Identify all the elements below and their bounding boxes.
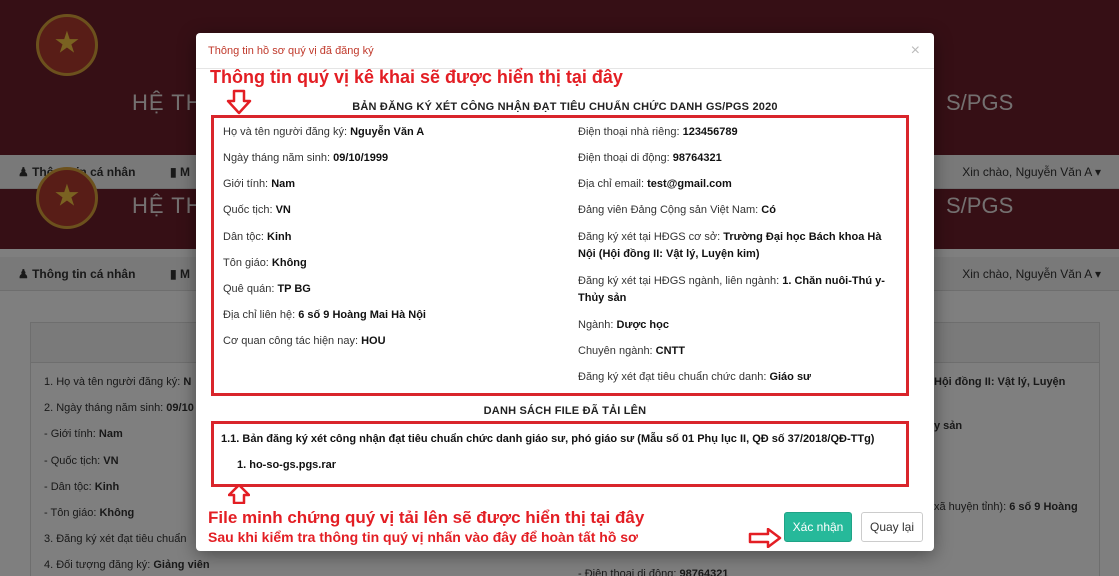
file-group-label: 1.1. Bản đăng ký xét công nhận đạt tiêu … (221, 433, 875, 445)
field-workplace: Cơ quan công tác hiện nay: HOU (223, 335, 386, 347)
file-link[interactable]: 1. ho-so-gs.pgs.rar (237, 457, 336, 474)
annotation-right-arrow-icon (748, 528, 782, 548)
field-religion: Tôn giáo: Không (223, 257, 307, 269)
field-title-applied: Đăng ký xét đạt tiêu chuẩn chức danh: Gi… (578, 371, 812, 383)
annotation-info-display: Thông tin quý vị kê khai sẽ được hiển th… (210, 67, 623, 87)
field-email: Địa chỉ email: test@gmail.com (578, 178, 732, 190)
registration-info-modal: Thông tin hồ sơ quý vị đã đăng ký × Thôn… (196, 33, 934, 551)
field-nationality: Quốc tịch: VN (223, 204, 291, 216)
close-icon[interactable]: × (911, 42, 920, 60)
back-button[interactable]: Quay lại (861, 512, 923, 542)
field-party-member: Đảng viên Đảng Cộng sản Việt Nam: Có (578, 204, 776, 216)
field-hometown: Quê quán: TP BG (223, 283, 311, 295)
field-ethnicity: Dân tộc: Kinh (223, 231, 292, 243)
annotation-confirm-hint: Sau khi kiểm tra thông tin quý vị nhấn v… (208, 529, 639, 545)
form-title: BẢN ĐĂNG KÝ XÉT CÔNG NHẬN ĐẠT TIÊU CHUẨN… (352, 101, 778, 113)
confirm-button[interactable]: Xác nhận (784, 512, 852, 542)
field-full-name: Họ và tên người đăng ký: Nguyễn Văn A (223, 126, 425, 138)
uploaded-files-title: DANH SÁCH FILE ĐÃ TẢI LÊN (483, 405, 647, 417)
field-field-council: Đăng ký xét tại HĐGS ngành, liên ngành: … (578, 275, 885, 304)
field-mobile-phone: Điện thoại di động: 98764321 (578, 152, 722, 164)
field-date-of-birth: Ngày tháng năm sinh: 09/10/1999 (223, 152, 389, 164)
modal-header: Thông tin hồ sơ quý vị đã đăng ký × (196, 33, 934, 69)
field-home-phone: Điện thoại nhà riêng: 123456789 (578, 126, 738, 138)
field-discipline: Ngành: Dược học (578, 319, 669, 331)
field-gender: Giới tính: Nam (223, 178, 296, 190)
field-contact-address: Địa chỉ liên hệ: 6 số 9 Hoàng Mai Hà Nội (223, 309, 426, 321)
modal-title: Thông tin hồ sơ quý vị đã đăng ký (208, 45, 374, 57)
annotation-files-display: File minh chứng quý vị tải lên sẽ được h… (208, 508, 645, 527)
field-base-council: Đăng ký xét tại HĐGS cơ sở: Trường Đại h… (578, 231, 882, 260)
field-specialization: Chuyên ngành: CNTT (578, 345, 685, 357)
annotation-up-arrow-icon (228, 484, 250, 504)
